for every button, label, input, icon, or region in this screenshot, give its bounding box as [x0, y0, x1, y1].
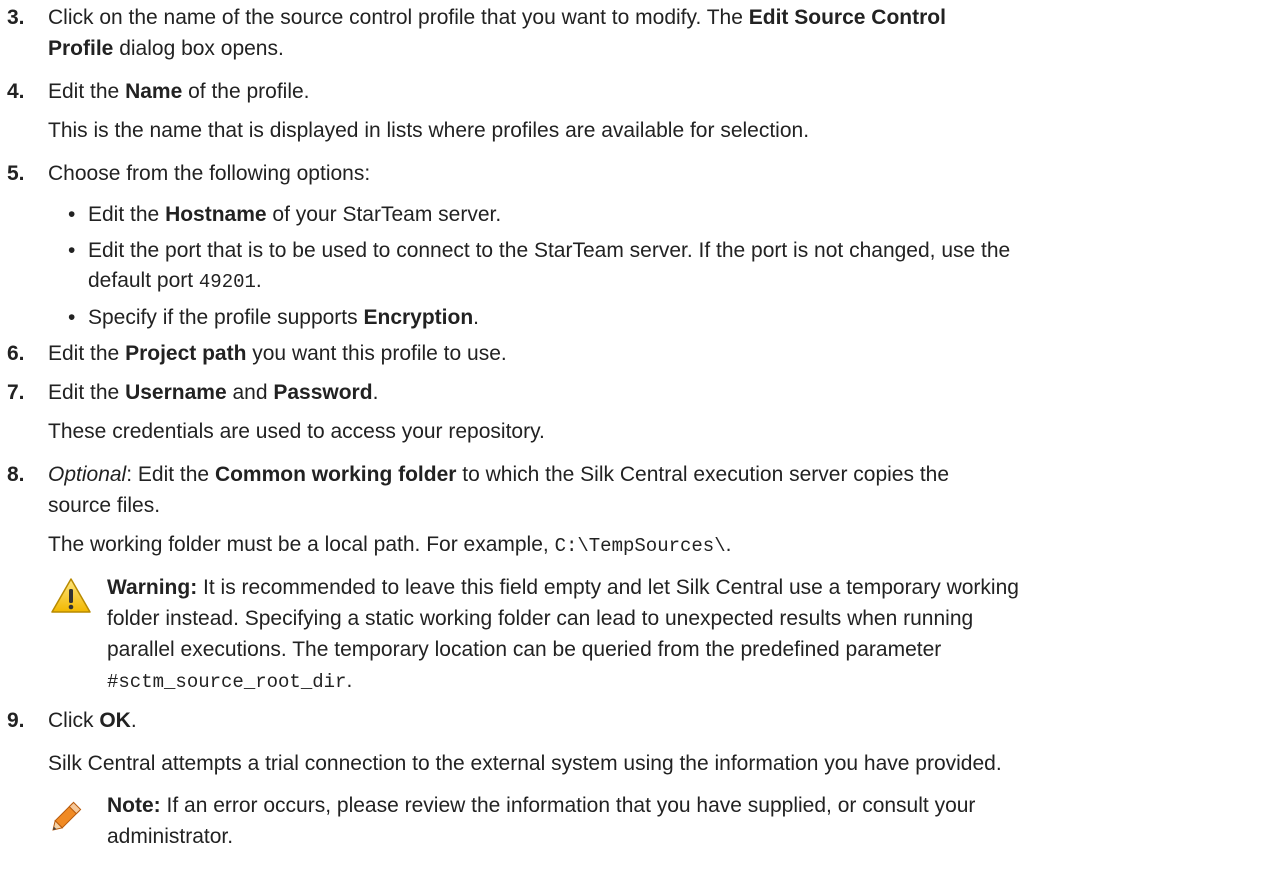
step-number: 4.	[7, 80, 25, 103]
step-number: 3.	[7, 6, 25, 29]
step-number: 5.	[7, 162, 25, 185]
note-line-1: Note: If an error occurs, please review …	[107, 794, 976, 817]
step-number: 7.	[7, 381, 25, 404]
document-page: 3. Click on the name of the source contr…	[0, 0, 1271, 883]
step-5-line: Choose from the following options:	[48, 162, 371, 185]
step-4-line: Edit the Name of the profile.	[48, 80, 310, 103]
step-8-line-1: Optional: Edit the Common working folder…	[48, 463, 950, 486]
step-8-info: The working folder must be a local path.…	[48, 533, 732, 557]
warning-line-2: folder instead. Specifying a static work…	[107, 607, 974, 630]
option-port-line-1: Edit the port that is to be used to conn…	[88, 239, 1011, 262]
option-port-line-2: default port 49201.	[88, 269, 262, 293]
step-number: 9.	[7, 709, 25, 732]
step-7-info: These credentials are used to access you…	[48, 420, 545, 443]
step-4-info: This is the name that is displayed in li…	[48, 119, 810, 142]
default-port-value: 49201	[198, 271, 256, 293]
dialog-name: Edit Source Control	[748, 6, 946, 29]
bullet-icon: •	[68, 239, 76, 262]
step-9-line: Click OK.	[48, 709, 137, 732]
step-number: 8.	[7, 463, 25, 486]
bullet-icon: •	[68, 203, 76, 226]
option-hostname: Edit the Hostname of your StarTeam serve…	[88, 203, 502, 226]
step-7-line: Edit the Username and Password.	[48, 381, 379, 404]
step-3-line-2: Profile dialog box opens.	[48, 37, 284, 60]
bullet-icon: •	[68, 306, 76, 329]
warning-line-1: Warning: It is recommended to leave this…	[107, 576, 1019, 599]
warning-triangle-icon	[51, 578, 91, 613]
step-number: 6.	[7, 342, 25, 365]
warning-line-3: parallel executions. The temporary locat…	[107, 638, 942, 661]
step-3-line-1: Click on the name of the source control …	[48, 6, 946, 29]
warning-label: Warning:	[107, 576, 198, 599]
step-9-info: Silk Central attempts a trial connection…	[48, 752, 1002, 775]
step-6-line: Edit the Project path you want this prof…	[48, 342, 507, 365]
warning-line-4: #sctm_source_root_dir.	[107, 669, 353, 693]
example-path: C:\TempSources\	[554, 535, 726, 557]
pencil-note-icon	[52, 801, 82, 831]
note-label: Note:	[107, 794, 161, 817]
note-line-2: administrator.	[107, 825, 234, 848]
parameter-name: #sctm_source_root_dir	[107, 671, 347, 693]
option-encryption: Specify if the profile supports Encrypti…	[88, 306, 480, 329]
step-8-line-2: source files.	[48, 494, 161, 517]
